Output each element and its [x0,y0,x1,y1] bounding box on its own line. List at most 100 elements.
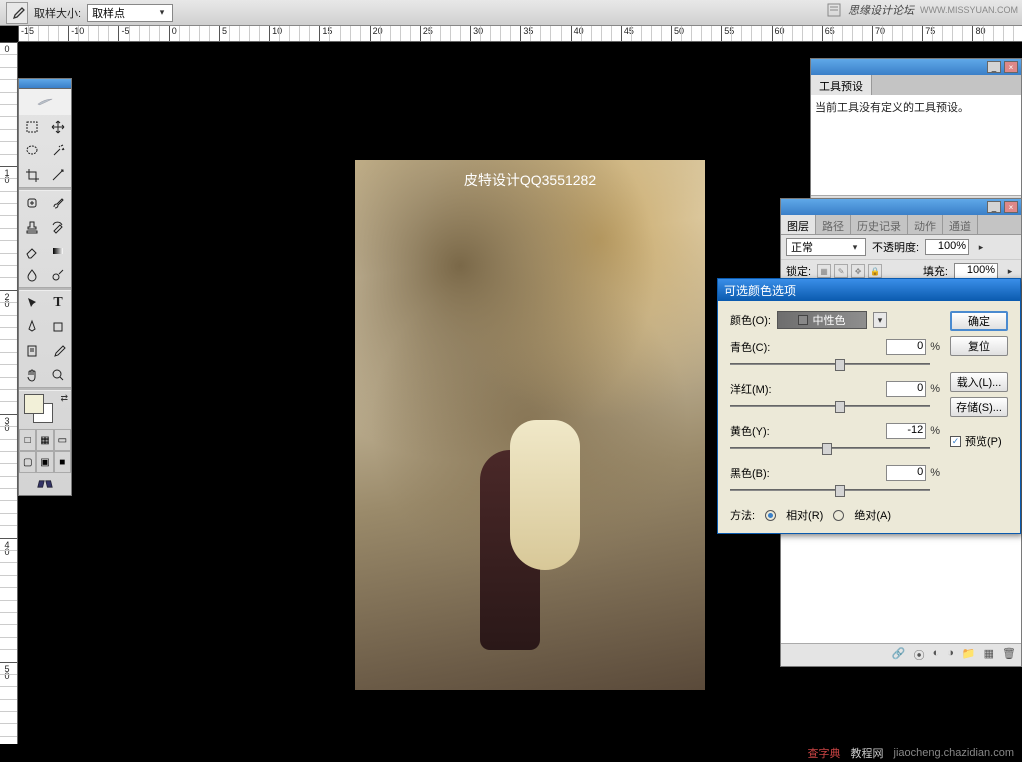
type-tool[interactable]: T [45,291,71,315]
slider-input[interactable]: 0 [886,381,926,397]
layer-style-icon[interactable]: ⦿ [914,647,925,663]
path-select-tool[interactable] [19,291,45,315]
screen-full[interactable]: ■ [54,451,71,473]
minimize-button[interactable]: _ [987,201,1001,213]
ruler-vertical: 01020304050607080 [0,42,18,744]
fill-flyout-icon[interactable]: ▸ [1004,265,1016,277]
absolute-radio[interactable] [833,510,844,521]
lock-paint-icon[interactable]: ✎ [834,264,848,278]
quickmask-mode[interactable]: ▦ [36,429,53,451]
tab-历史记录[interactable]: 历史记录 [851,215,908,234]
wand-tool[interactable] [45,139,71,163]
foreground-color[interactable] [24,394,44,414]
reset-button[interactable]: 复位 [950,336,1008,356]
preview-label: 预览(P) [965,433,1002,449]
eraser-tool[interactable] [19,239,45,263]
slider-label: 黑色(B): [730,465,770,481]
slider-input[interactable]: -12 [886,423,926,439]
absolute-label: 绝对(A) [854,507,891,523]
slider-track[interactable] [730,357,940,373]
hand-tool[interactable] [19,363,45,387]
sample-size-select[interactable]: 取样点 ▾ [87,4,173,22]
imageready-icon[interactable] [19,473,71,495]
forum-text: 思缘设计论坛 [848,2,914,18]
slider-track[interactable] [730,441,940,457]
layer-mask-icon[interactable]: ◐ [933,647,940,663]
chevron-down-icon[interactable]: ▾ [873,312,887,328]
slider-M: 洋红(M):0% [730,381,940,415]
zoom-tool[interactable] [45,363,71,387]
save-button[interactable]: 存储(S)... [950,397,1008,417]
eyedropper-tool[interactable] [45,339,71,363]
screen-mode[interactable]: ▭ [54,429,71,451]
lock-buttons: ▦ ✎ ✥ 🔒 [817,264,882,278]
heal-tool[interactable] [19,191,45,215]
stamp-tool[interactable] [19,215,45,239]
lock-move-icon[interactable]: ✥ [851,264,865,278]
trash-icon[interactable]: 🗑 [1002,647,1016,663]
tab-图层[interactable]: 图层 [781,215,816,234]
lock-all-icon[interactable]: 🔒 [868,264,882,278]
swap-colors-icon[interactable]: ⇄ [60,393,68,404]
layers-titlebar[interactable]: _ × [781,199,1021,215]
link-layers-icon[interactable]: 🔗 [892,647,906,663]
colors-select[interactable]: 中性色 [777,311,867,329]
opacity-flyout-icon[interactable]: ▸ [975,241,987,253]
dodge-tool[interactable] [45,263,71,287]
pen-tool[interactable] [19,315,45,339]
minimize-button[interactable]: _ [987,61,1001,73]
layers-footer: 🔗 ⦿ ◐ ◑ 📁 ▦ 🗑 [781,643,1021,666]
brush-tool[interactable] [45,191,71,215]
slider-track[interactable] [730,399,940,415]
blend-mode-select[interactable]: 正常 ▾ [786,238,866,256]
screen-full-menu[interactable]: ▣ [36,451,53,473]
fill-input[interactable]: 100% [954,263,998,279]
load-button[interactable]: 载入(L)... [950,372,1008,392]
screen-standard[interactable]: ▢ [19,451,36,473]
slider-thumb[interactable] [835,485,845,497]
blur-tool[interactable] [19,263,45,287]
footer-url: jiaocheng.chazidian.com [894,747,1014,759]
tab-路径[interactable]: 路径 [816,215,851,234]
shape-tool[interactable] [45,315,71,339]
mask-mode-row: □ ▦ ▭ [19,429,71,451]
percent-label: % [930,467,940,479]
slider-input[interactable]: 0 [886,465,926,481]
panel-titlebar[interactable]: _ × [811,59,1021,75]
slider-input[interactable]: 0 [886,339,926,355]
history-brush-tool[interactable] [45,215,71,239]
lock-transparent-icon[interactable]: ▦ [817,264,831,278]
dialog-title[interactable]: 可选颜色选项 [718,279,1020,301]
slider-C: 青色(C):0% [730,339,940,373]
relative-radio[interactable] [765,510,776,521]
new-layer-icon[interactable]: ▦ [984,647,994,663]
standard-mode[interactable]: □ [19,429,36,451]
gradient-tool[interactable] [45,239,71,263]
adjustment-layer-icon[interactable]: ◑ [947,647,954,663]
slice-tool[interactable] [45,163,71,187]
tab-通道[interactable]: 通道 [943,215,978,234]
move-tool[interactable] [45,115,71,139]
folder-icon[interactable]: 📁 [962,647,976,663]
toolbox-header[interactable] [19,79,71,89]
preview-checkbox[interactable] [950,436,961,447]
close-button[interactable]: × [1004,201,1018,213]
eyedropper-tool-icon[interactable] [6,2,28,24]
marquee-tool[interactable] [19,115,45,139]
lasso-tool[interactable] [19,139,45,163]
opacity-input[interactable]: 100% [925,239,969,255]
slider-thumb[interactable] [835,359,845,371]
close-button[interactable]: × [1004,61,1018,73]
slider-thumb[interactable] [835,401,845,413]
slider-track[interactable] [730,483,940,499]
canvas-image[interactable]: 皮特设计QQ3551282 [355,160,705,690]
ok-button[interactable]: 确定 [950,311,1008,331]
notes-tool[interactable] [19,339,45,363]
tab-tool-presets[interactable]: 工具预设 [811,75,872,95]
crop-tool[interactable] [19,163,45,187]
percent-label: % [930,383,940,395]
opacity-label: 不透明度: [872,239,919,255]
tab-动作[interactable]: 动作 [908,215,943,234]
percent-label: % [930,341,940,353]
slider-thumb[interactable] [822,443,832,455]
